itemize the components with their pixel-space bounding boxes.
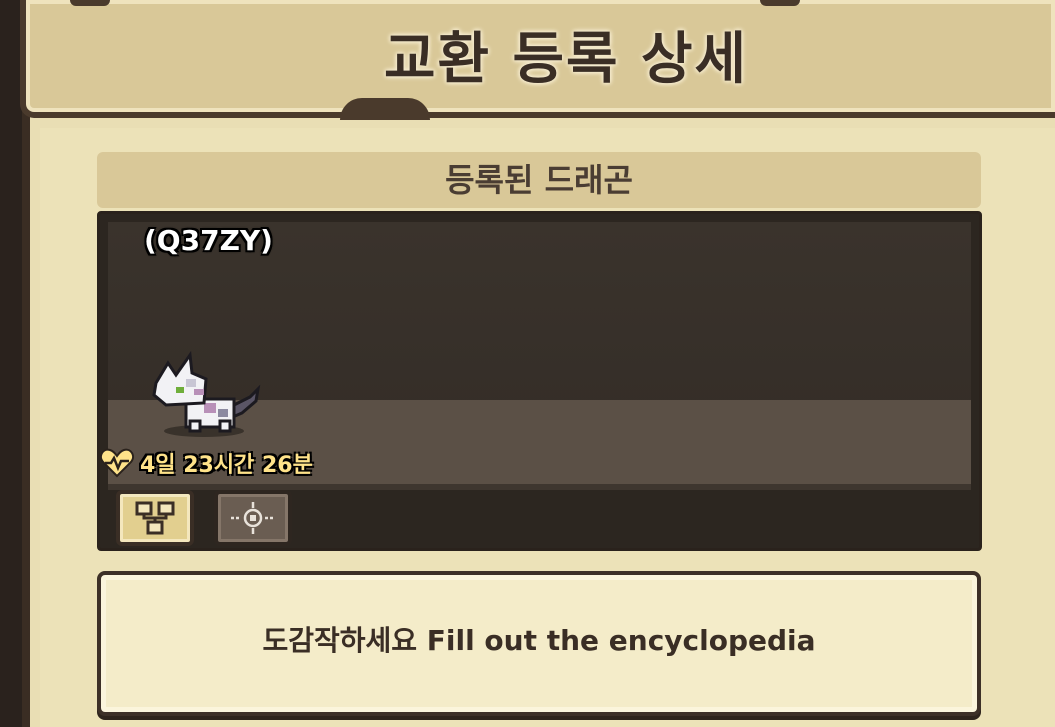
target-icon — [231, 502, 275, 534]
top-decoration — [760, 0, 800, 6]
family-tree-icon — [135, 501, 175, 535]
section-header: 등록된 드래곤 — [97, 152, 981, 208]
dragon-code: (Q37ZY) — [144, 224, 273, 257]
top-decoration — [70, 0, 110, 6]
page-title: 교환 등록 상세 — [383, 27, 749, 92]
timer-text: 4일 23시간 26분 — [140, 453, 313, 478]
dragon-sprite[interactable] — [146, 349, 266, 439]
title-notch-decoration — [340, 98, 430, 120]
message-box[interactable]: 도감작하세요 Fill out the encyclopedia — [97, 571, 981, 716]
message-text: 도감작하세요 Fill out the encyclopedia — [262, 624, 816, 657]
heart-pulse-icon — [100, 448, 134, 478]
dragon-display[interactable]: (Q37ZY) 4일 23시간 26분 — [97, 211, 982, 551]
timer: 4일 23시간 26분 — [100, 446, 313, 480]
title-bar: 교환 등록 상세 — [20, 0, 1055, 118]
target-button[interactable] — [214, 490, 292, 546]
section-title: 등록된 드래곤 — [445, 161, 633, 199]
family-tree-button[interactable] — [116, 490, 194, 546]
